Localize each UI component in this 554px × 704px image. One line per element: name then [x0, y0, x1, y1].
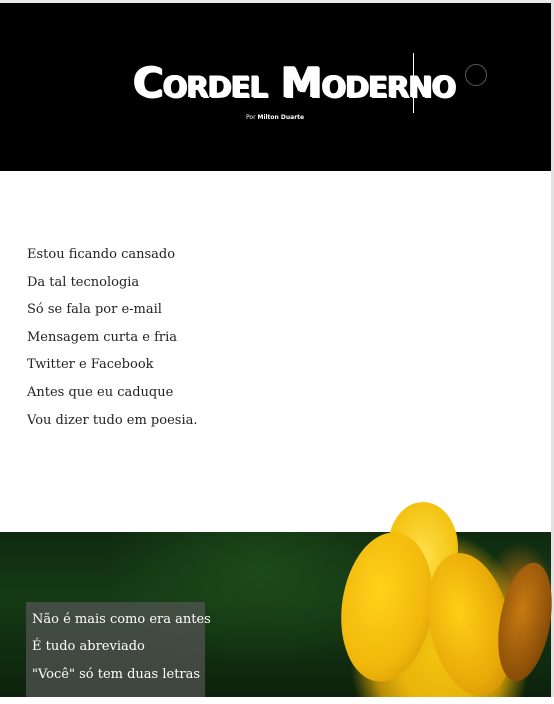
poem-line: Antes que eu caduque	[27, 384, 174, 400]
byline-author: Milton Duarte	[257, 114, 305, 121]
poem-line: Mensagem curta e fria	[27, 329, 178, 345]
poem-stanza: Estou ficando cansado Da tal tecnologia …	[27, 241, 527, 434]
overlay-line: "Você" só tem duas letras	[32, 667, 201, 682]
poem-line: Twitter e Facebook	[27, 357, 154, 373]
text-cursor	[413, 53, 414, 113]
site-header: Cordel Moderno Por Milton Duarte	[0, 3, 551, 171]
poem-line: Da tal tecnologia	[27, 274, 140, 290]
circle-toggle-button[interactable]	[465, 64, 487, 86]
overlay-line: Não é mais como era antes	[32, 612, 211, 627]
byline: Por Milton Duarte	[246, 114, 304, 122]
poem-line: Estou ficando cansado	[27, 247, 176, 262]
byline-prefix: Por	[246, 114, 256, 121]
poem-line: Vou dizer tudo em poesia.	[27, 412, 198, 428]
overlay-line: É tudo abreviado	[32, 639, 145, 654]
page-title: Cordel Moderno	[133, 58, 456, 107]
poem-line: Só se fala por e-mail	[27, 302, 162, 318]
